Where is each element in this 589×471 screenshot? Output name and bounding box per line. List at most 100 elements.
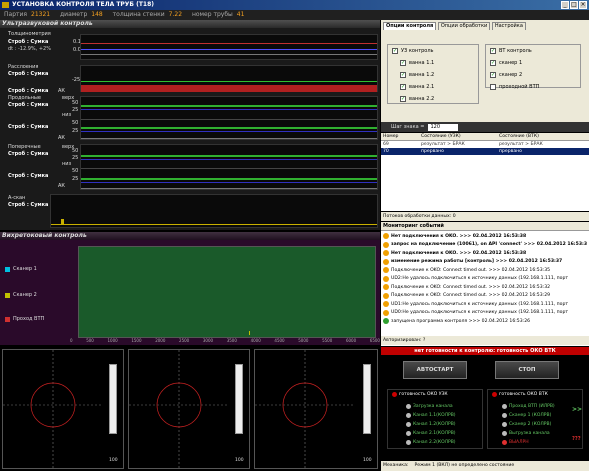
threads-status: Потоков обработки данных: 0 xyxy=(381,212,589,221)
event-text: UD0:Не удалось подключиться к источнику … xyxy=(391,310,569,316)
diameter-value: 148 xyxy=(91,11,103,18)
uz-control-checkbox[interactable]: ✓ УЗ контроль xyxy=(392,48,433,54)
scope-3: 100 xyxy=(254,349,378,469)
event-status-icon xyxy=(383,275,389,282)
vt-scanner-2[interactable]: ✓ сканер 2 xyxy=(490,72,522,78)
x-tick-label: 1500 xyxy=(131,338,142,343)
event-text: Нет подключения к OKO. >>> 02.04.2012 16… xyxy=(391,233,527,239)
wall-label: толщина стенки xyxy=(112,11,165,18)
legend-vtp: Проход ВТП xyxy=(5,316,44,322)
eddy-panel: Вихретоковый контроль Сканер 1 Сканер 2 … xyxy=(0,232,380,345)
vt-readiness-box: готовность ОКО ВТК Проход ВТП (ИЛРВ) Ска… xyxy=(487,389,583,449)
event-row[interactable]: Нет подключения к OKO. >>> 02.04.2012 16… xyxy=(383,232,587,241)
event-row[interactable]: Подключение к OKO: Connect timed out. >>… xyxy=(383,283,587,292)
long-title: Продольные xyxy=(8,95,41,101)
scope-1: 100 xyxy=(2,349,124,469)
vt-ready: готовность ОКО ВТК xyxy=(492,392,548,397)
level-slider[interactable] xyxy=(363,364,371,434)
longitudinal-plot xyxy=(80,96,378,140)
cell-number: 70 xyxy=(383,149,389,154)
vt-item: Сканер 1 (КОЛРВ) xyxy=(502,413,551,418)
vt-scanner-1[interactable]: ✓ сканер 1 xyxy=(490,60,522,66)
level-slider[interactable] xyxy=(235,364,243,434)
col-vt-state[interactable]: Состояние (ВТК) xyxy=(499,133,589,140)
legend-label: Проход ВТП xyxy=(13,316,45,322)
event-row[interactable]: UD2:Не удалось подключиться к источнику … xyxy=(383,275,587,284)
step-row: Шаг знака = 120 xyxy=(381,122,589,132)
tab-settings[interactable]: Настройка xyxy=(491,22,526,30)
vt-item-label: Проход ВТП (ИЛРВ) xyxy=(509,404,555,409)
alarm-marks: ??? xyxy=(572,436,581,442)
minimize-button[interactable]: _ xyxy=(561,1,569,9)
x-tick-label: 1000 xyxy=(107,338,118,343)
uz-item-label: Канал 1.2(КОЛРВ) xyxy=(413,422,456,427)
checkbox-label: ванна 1.2 xyxy=(409,72,435,78)
title-bar: УСТАНОВКА КОНТРОЛЯ ТЕЛА ТРУБ (Т18) xyxy=(0,0,589,10)
maximize-button[interactable]: □ xyxy=(570,1,578,9)
event-text: Подключение к OKO: Connect timed out. >>… xyxy=(391,293,551,299)
uz-bath-2-1[interactable]: ✓ ванна 2.1 xyxy=(400,84,434,90)
uz-item: Канал 2.1(КОЛРВ) xyxy=(406,431,456,436)
tab-control-options[interactable]: Опции контроля xyxy=(383,22,437,30)
legend-swatch-icon xyxy=(5,316,10,322)
control-panel: нет готовности к контролю: готовность ОК… xyxy=(381,347,589,471)
window-title: УСТАНОВКА КОНТРОЛЯ ТЕЛА ТРУБ (Т18) xyxy=(12,1,155,8)
delam-title: Расслоения xyxy=(8,64,39,70)
col-number[interactable]: Номер xyxy=(381,133,421,140)
ultrasonic-panel: Ультразвуковой контроль Толщинометрия Ст… xyxy=(0,20,380,230)
event-row[interactable]: изменение режима работы [контроль] >>> 0… xyxy=(383,258,587,267)
event-row[interactable]: запущена программа контроля >>> 02.04.20… xyxy=(383,317,587,326)
cell-vt: прервано xyxy=(499,149,522,154)
x-tick-label: 3000 xyxy=(202,338,214,343)
col-uz-state[interactable]: Состояние (УЗК) xyxy=(421,133,499,140)
vt-alarm-label: ВЫАЛРН xyxy=(509,440,529,445)
vt-pass-vtp[interactable]: проходной ВТП xyxy=(490,84,539,90)
event-text: запущена программа контроля >>> 02.04.20… xyxy=(391,318,531,324)
event-status-icon xyxy=(383,318,389,325)
x-tick-label: 2500 xyxy=(179,338,190,343)
event-row[interactable]: запрос на подключение (10061), on API 'c… xyxy=(383,241,587,250)
event-row[interactable]: Нет подключения к OKO. >>> 02.04.2012 16… xyxy=(383,249,587,258)
event-row[interactable]: UD1:Не удалось подключиться к источнику … xyxy=(383,300,587,309)
event-status-icon xyxy=(383,284,389,291)
autostart-button[interactable]: АВТОСТАРТ xyxy=(403,361,467,379)
event-row[interactable]: UD0:Не удалось подключиться к источнику … xyxy=(383,309,587,318)
long-mark-3: 50 xyxy=(72,120,79,126)
uz-bath-1-1[interactable]: ✓ ванна 1.1 xyxy=(400,60,434,66)
uz-bath-2-2[interactable]: ✓ ванна 2.2 xyxy=(400,96,434,102)
event-row[interactable]: Подключение к OKO: Connect timed out. >>… xyxy=(383,292,587,301)
x-tick-label: 0 xyxy=(70,338,73,343)
delam-strobe: Строб : Сумка xyxy=(8,71,49,77)
app-icon xyxy=(2,2,9,8)
ascan-title: А-скан xyxy=(8,195,26,201)
table-row[interactable]: 70 прервано прервано xyxy=(381,148,589,155)
step-input[interactable]: 120 xyxy=(428,123,459,131)
legend-label: Сканер 2 xyxy=(13,292,37,298)
vt-item-label: Сканер 1 (КОЛРВ) xyxy=(509,413,552,418)
x-tick-label: 2000 xyxy=(155,338,166,343)
uz-item-label: Канал 2.2(КОЛРВ) xyxy=(413,440,456,445)
checkbox-label: проходной ВТП xyxy=(499,84,540,90)
pipe-label: номер трубы xyxy=(191,11,233,18)
event-status-icon xyxy=(383,292,389,299)
scopes-panel: 100 100 100 xyxy=(0,347,380,471)
stop-button[interactable]: СТОП xyxy=(495,361,559,379)
x-tick-label: 500 xyxy=(86,338,94,343)
ultrasonic-header: Ультразвуковой контроль xyxy=(0,20,380,28)
tab-processing-options[interactable]: Опции обработки xyxy=(437,22,491,30)
level-slider[interactable] xyxy=(109,364,117,434)
cell-uz: результат > БРАК xyxy=(421,142,465,147)
thickness-title: Толщинометрия xyxy=(8,31,51,37)
eddy-plot xyxy=(78,246,376,338)
x-tick-label: 4000 xyxy=(250,338,261,343)
event-row[interactable]: Подключение к OKO: Connect timed out. >>… xyxy=(383,266,587,275)
event-text: Подключение к OKO: Connect timed out. >>… xyxy=(391,284,551,290)
x-tick-label: 6500 xyxy=(369,338,380,343)
batch-label: Партия xyxy=(4,11,28,18)
vt-control-checkbox[interactable]: ✓ ВТ контроль xyxy=(490,48,532,54)
table-row[interactable]: 69 результат > БРАК результат > БРАК xyxy=(381,141,589,148)
legend-swatch-icon xyxy=(5,266,10,272)
close-button[interactable]: × xyxy=(579,1,587,9)
results-table: Номер Состояние (УЗК) Состояние (ВТК) 69… xyxy=(381,133,589,211)
uz-bath-1-2[interactable]: ✓ ванна 1.2 xyxy=(400,72,434,78)
